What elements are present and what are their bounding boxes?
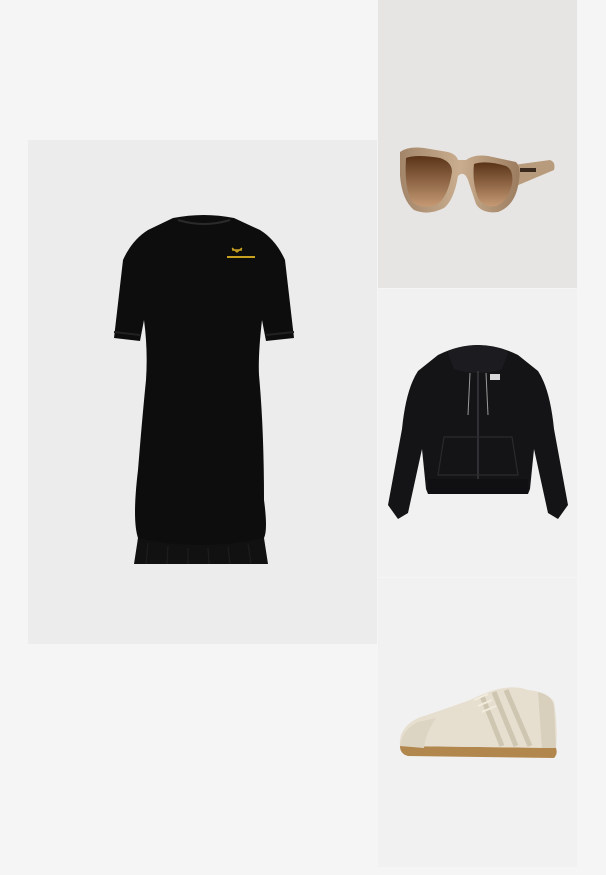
sunglasses-image <box>400 147 555 213</box>
product-tile-dress[interactable] <box>28 140 377 644</box>
product-tile-sunglasses[interactable] <box>378 0 577 288</box>
product-tile-hoodie[interactable] <box>378 289 577 577</box>
product-tile-sneaker[interactable] <box>378 578 577 867</box>
dress-image <box>113 215 295 565</box>
hoodie-image <box>388 345 568 519</box>
sneaker-image <box>399 687 557 758</box>
